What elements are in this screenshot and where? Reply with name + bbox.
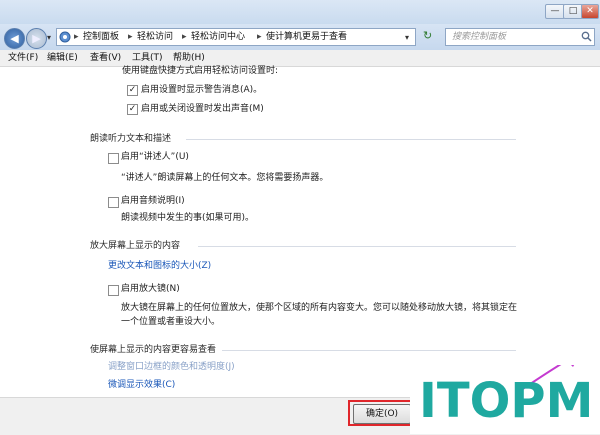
sound-option-label[interactable]: 启用或关闭设置时发出声音(M) [141, 103, 264, 115]
breadcrumb-make-computer-easier-to-see: 使计算机更易于查看 [266, 32, 348, 42]
audio-description-option-label[interactable]: 启用音频说明(I) [121, 195, 185, 207]
back-button[interactable]: ◀ [4, 28, 25, 49]
menu-file[interactable]: 文件(F) [8, 52, 38, 64]
search-input[interactable]: 搜索控制面板 [445, 28, 595, 46]
magnifier-icon[interactable] [581, 31, 592, 42]
forward-button[interactable]: ▶ [26, 28, 47, 49]
control-panel-icon [59, 31, 71, 43]
title-bar [0, 0, 600, 24]
window-color-link[interactable]: 调整窗口边框的颜色和透明度(J) [108, 361, 235, 373]
narrator-option-label[interactable]: 启用“讲述人”(U) [121, 151, 189, 163]
breadcrumb-control-panel[interactable]: 控制面板 [83, 30, 119, 44]
refresh-icon[interactable]: ↻ [423, 29, 432, 42]
narrator-description: “讲述人”朗读屏幕上的任何文本。您将需要扬声器。 [121, 173, 329, 183]
history-dropdown[interactable]: ▾ [47, 33, 51, 42]
minimize-button[interactable]: — [545, 4, 565, 19]
warn-option-label[interactable]: 启用设置时显示警告消息(A)。 [141, 84, 262, 96]
breadcrumb-separator: ▸ [257, 32, 262, 42]
breadcrumb-ease-of-access-center[interactable]: 轻松访问中心 [191, 30, 245, 44]
audio-description-text: 朗读视频中发生的事(如果可用)。 [121, 213, 255, 223]
fine-tune-display-link[interactable]: 微调显示效果(C) [108, 379, 175, 391]
sound-checkbox[interactable]: ✓ [127, 104, 138, 115]
magnifier-option-label[interactable]: 启用放大镜(N) [121, 283, 180, 295]
narrator-checkbox[interactable] [108, 153, 119, 164]
menu-edit[interactable]: 编辑(E) [47, 52, 78, 64]
warn-checkbox[interactable]: ✓ [127, 85, 138, 96]
address-dropdown[interactable]: ▾ [405, 33, 409, 42]
section-divider [198, 246, 516, 247]
section-header-easier-to-see: 使屏幕上显示的内容更容易查看 [90, 345, 217, 355]
breadcrumb-separator: ▸ [128, 32, 133, 42]
magnifier-description-line2: 一个位置或者重设大小。 [121, 317, 221, 327]
ok-button-highlight-annotation [348, 400, 414, 426]
breadcrumb-separator: ▸ [182, 32, 187, 42]
watermark-logo: ITOPM [417, 349, 600, 429]
close-button[interactable]: ✕ [581, 4, 599, 19]
watermark-text: ITOPM [419, 373, 593, 425]
audio-description-checkbox[interactable] [108, 197, 119, 208]
section-divider [186, 139, 516, 140]
text-size-link[interactable]: 更改文本和图标的大小(Z) [108, 260, 211, 272]
menu-help[interactable]: 帮助(H) [173, 52, 205, 64]
magnifier-description-line1: 放大镜在屏幕上的任何位置放大，使那个区域的所有内容变大。您可以随处移动放大镜，将… [121, 303, 518, 313]
menu-tools[interactable]: 工具(T) [132, 52, 163, 64]
section-header-narrator: 朗读听力文本和描述 [90, 134, 172, 144]
magnifier-checkbox[interactable] [108, 285, 119, 296]
section-header-magnify: 放大屏幕上显示的内容 [90, 241, 181, 251]
breadcrumb-ease-of-access[interactable]: 轻松访问 [137, 30, 173, 44]
menu-view[interactable]: 查看(V) [90, 52, 121, 64]
maximize-button[interactable]: □ [563, 4, 583, 19]
breadcrumb-separator: ▸ [74, 32, 79, 42]
shortcut-intro-text: 使用键盘快捷方式启用轻松访问设置时: [122, 66, 279, 76]
section-divider [222, 350, 516, 351]
